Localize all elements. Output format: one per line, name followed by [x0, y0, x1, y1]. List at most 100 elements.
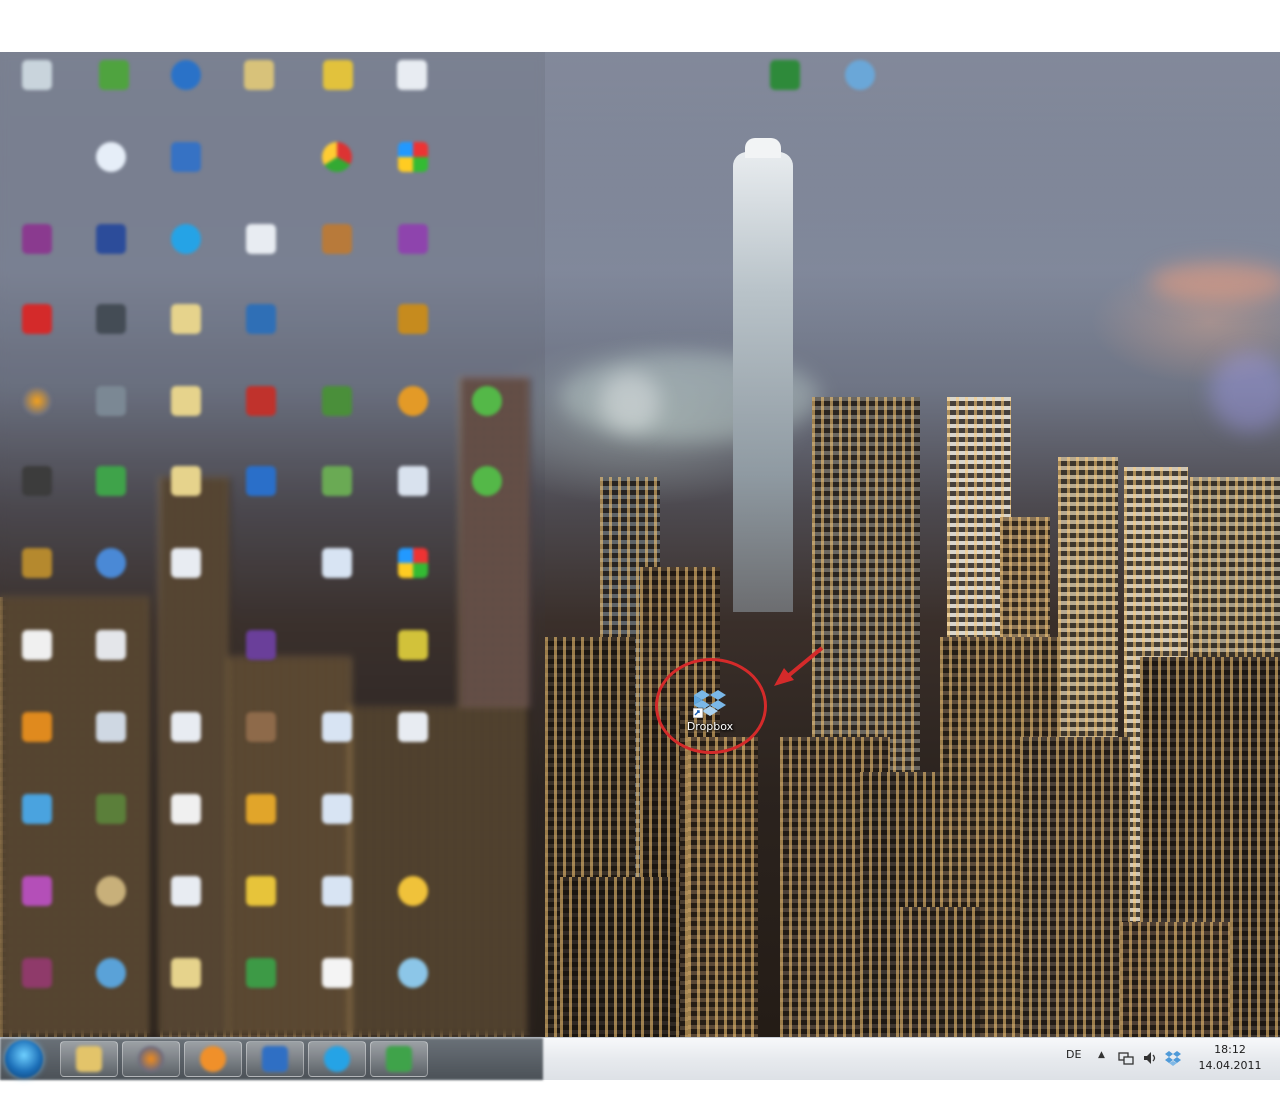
desktop-app-icon[interactable]: [302, 466, 372, 500]
desktop-document-icon[interactable]: [151, 712, 221, 746]
desktop-app-icon[interactable]: [76, 958, 146, 992]
language-indicator[interactable]: DE: [1066, 1048, 1081, 1061]
desktop-app-icon[interactable]: [76, 794, 146, 828]
desktop-shortcut-icon[interactable]: [76, 142, 146, 176]
dropbox-icon: [693, 690, 726, 718]
desktop-app-icon[interactable]: [750, 60, 820, 94]
desktop-app-icon[interactable]: [452, 466, 522, 500]
desktop-app-icon[interactable]: [2, 958, 72, 992]
desktop-app-icon[interactable]: [2, 466, 72, 500]
explorer-icon: [76, 1046, 102, 1072]
desktop-folder-icon[interactable]: [151, 958, 221, 992]
taskbar-clock[interactable]: 18:12 14.04.2011: [1190, 1042, 1270, 1074]
app-taskbar-button[interactable]: [370, 1041, 428, 1077]
desktop-app-icon[interactable]: [79, 60, 149, 94]
desktop-app-icon[interactable]: [378, 304, 448, 338]
desktop-shortcut-icon[interactable]: [151, 60, 221, 94]
desktop-shortcut-icon[interactable]: [302, 794, 372, 828]
clock-time: 18:12: [1214, 1043, 1246, 1056]
desktop-document-icon[interactable]: [151, 794, 221, 828]
word-icon: [262, 1046, 288, 1072]
volume-icon[interactable]: [1142, 1050, 1158, 1066]
ifc-crown: [745, 138, 781, 158]
desktop-app-icon[interactable]: [378, 224, 448, 258]
desktop-app-icon[interactable]: [76, 466, 146, 500]
desktop-app-icon[interactable]: [452, 386, 522, 420]
desktop-app-icon[interactable]: [303, 60, 373, 94]
desktop-shortcut-icon[interactable]: [151, 142, 221, 176]
desktop-document-icon[interactable]: [378, 712, 448, 746]
desktop-app-icon[interactable]: [2, 548, 72, 582]
desktop-app-icon[interactable]: [378, 630, 448, 664]
lit-tower-glow: [600, 372, 660, 432]
network-icon[interactable]: [1118, 1050, 1134, 1066]
ifc-tower: [733, 138, 793, 612]
start-button[interactable]: [5, 1040, 43, 1078]
skype-icon[interactable]: [151, 224, 221, 258]
recycle-bin-icon[interactable]: [2, 60, 72, 94]
desktop-app-icon[interactable]: [825, 60, 895, 94]
firefox-icon: [138, 1046, 164, 1072]
desktop-app-icon[interactable]: [76, 876, 146, 910]
desktop-shortcut-icon[interactable]: [302, 712, 372, 746]
skype-taskbar-button[interactable]: [308, 1041, 366, 1077]
firefox-taskbar-button[interactable]: [122, 1041, 180, 1077]
desktop-app-icon[interactable]: [76, 548, 146, 582]
desktop-document-icon[interactable]: [302, 958, 372, 992]
media-player-taskbar-button[interactable]: [184, 1041, 242, 1077]
desktop-app-icon[interactable]: [76, 224, 146, 258]
desktop-folder-icon[interactable]: [151, 304, 221, 338]
building: [688, 737, 758, 1037]
windows-icon[interactable]: [378, 548, 448, 582]
explorer-taskbar-button[interactable]: [60, 1041, 118, 1077]
dropbox-icon-label: Dropbox: [686, 720, 734, 733]
desktop-app-icon[interactable]: [378, 958, 448, 992]
dropbox-desktop-shortcut[interactable]: Dropbox: [680, 688, 740, 733]
windows-icon[interactable]: [378, 142, 448, 176]
desktop-app-icon[interactable]: [2, 224, 72, 258]
desktop-app-icon[interactable]: [226, 386, 296, 420]
desktop-app-icon[interactable]: [378, 386, 448, 420]
desktop-app-icon[interactable]: [2, 794, 72, 828]
desktop-app-icon[interactable]: [76, 386, 146, 420]
desktop-app-icon[interactable]: [226, 712, 296, 746]
red-arrow-icon: [774, 646, 824, 686]
chrome-icon[interactable]: [302, 142, 372, 176]
desktop-app-icon[interactable]: [226, 958, 296, 992]
desktop-app-icon[interactable]: [226, 794, 296, 828]
desktop-folder-icon[interactable]: [151, 386, 221, 420]
taskbar: DE ▲ 18:12 14.04.2011: [0, 1037, 1280, 1080]
desktop-shortcut-icon[interactable]: [76, 712, 146, 746]
desktop-app-icon[interactable]: [302, 224, 372, 258]
desktop-app-icon[interactable]: [226, 304, 296, 338]
word-taskbar-button[interactable]: [246, 1041, 304, 1077]
desktop-document-icon[interactable]: [302, 548, 372, 582]
desktop-app-icon[interactable]: [302, 386, 372, 420]
building: [1020, 737, 1130, 1037]
desktop-app-icon[interactable]: [2, 304, 72, 338]
desktop-app-icon[interactable]: [378, 876, 448, 910]
desktop-shortcut-icon[interactable]: [302, 876, 372, 910]
desktop-document-icon[interactable]: [377, 60, 447, 94]
desktop-app-icon[interactable]: [226, 876, 296, 910]
desktop-app-icon[interactable]: [226, 466, 296, 500]
dropbox-tray-icon[interactable]: [1165, 1050, 1181, 1066]
desktop-document-icon[interactable]: [2, 630, 72, 664]
building: [900, 907, 980, 1037]
desktop-app-icon[interactable]: [2, 876, 72, 910]
desktop-app-icon[interactable]: [226, 630, 296, 664]
desktop-folder-icon[interactable]: [151, 466, 221, 500]
app-icon: [386, 1046, 412, 1072]
desktop-app-icon[interactable]: [76, 630, 146, 664]
desktop-document-icon[interactable]: [226, 224, 296, 258]
desktop-folder-icon[interactable]: [224, 60, 294, 94]
desktop-document-icon[interactable]: [151, 548, 221, 582]
skype-icon: [324, 1046, 350, 1072]
building: [1120, 922, 1230, 1037]
desktop-document-icon[interactable]: [151, 876, 221, 910]
desktop-app-icon[interactable]: [76, 304, 146, 338]
desktop-shortcut-icon[interactable]: [378, 466, 448, 500]
desktop-app-icon[interactable]: [2, 712, 72, 746]
show-hidden-icons-chevron[interactable]: ▲: [1098, 1050, 1105, 1060]
firefox-icon[interactable]: [2, 386, 72, 420]
